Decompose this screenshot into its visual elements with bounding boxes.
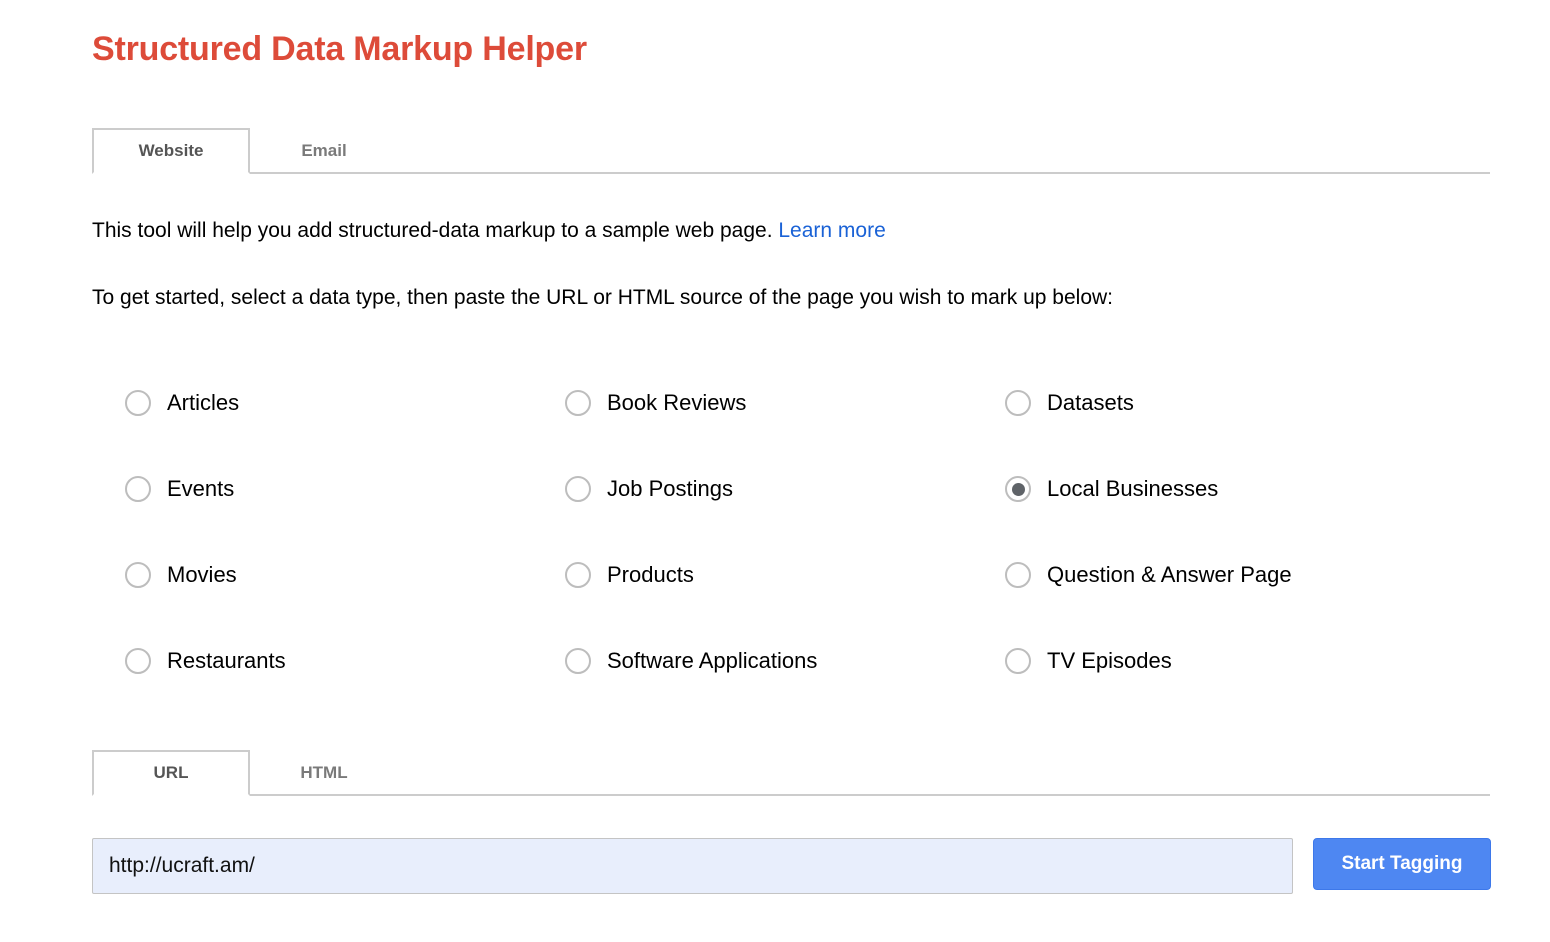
instruction-paragraph: To get started, select a data type, then… [92,286,1113,309]
page-root: Structured Data Markup Helper Website Em… [0,0,1550,942]
radio-label: Job Postings [607,476,733,501]
radio-circle-icon [565,476,591,502]
radio-column-2: Book Reviews Job Postings Products Softw… [565,360,995,704]
radio-label: Restaurants [167,648,286,673]
radio-option-job-postings[interactable]: Job Postings [565,446,995,532]
url-input-row: Start Tagging [92,838,1492,894]
radio-circle-icon [125,648,151,674]
radio-option-software-applications[interactable]: Software Applications [565,618,995,704]
radio-circle-icon [565,648,591,674]
radio-circle-selected-icon [1005,476,1031,502]
radio-column-3: Datasets Local Businesses Question & Ans… [1005,360,1485,704]
radio-circle-icon [565,390,591,416]
radio-option-movies[interactable]: Movies [125,532,555,618]
radio-label: Local Businesses [1047,476,1219,501]
radio-label: Software Applications [607,648,818,673]
intro-paragraph: This tool will help you add structured-d… [92,217,886,245]
tab-url-label: URL [153,763,189,782]
radio-option-articles[interactable]: Articles [125,360,555,446]
radio-circle-icon [125,562,151,588]
tab-html[interactable]: HTML [250,750,398,796]
page-title: Structured Data Markup Helper [92,30,587,68]
radio-option-question-answer-page[interactable]: Question & Answer Page [1005,532,1485,618]
radio-option-restaurants[interactable]: Restaurants [125,618,555,704]
radio-circle-icon [1005,390,1031,416]
radio-label: Movies [167,562,237,587]
radio-option-datasets[interactable]: Datasets [1005,360,1485,446]
radio-label: Products [607,562,694,587]
radio-label: Datasets [1047,390,1134,415]
source-tabs: URL HTML [92,750,1490,796]
intro-text: This tool will help you add structured-d… [92,219,773,242]
radio-circle-icon [125,390,151,416]
learn-more-link[interactable]: Learn more [778,219,885,242]
url-input[interactable] [92,838,1293,894]
tab-email[interactable]: Email [250,128,398,174]
radio-option-products[interactable]: Products [565,532,995,618]
tab-html-label: HTML [300,763,348,782]
radio-label: Articles [167,390,240,415]
radio-circle-icon [565,562,591,588]
radio-label: Book Reviews [607,390,747,415]
radio-label: TV Episodes [1047,648,1172,673]
tab-email-label: Email [301,141,347,160]
radio-label: Question & Answer Page [1047,562,1292,587]
radio-circle-icon [1005,648,1031,674]
radio-column-1: Articles Events Movies Restaurants [125,360,555,704]
radio-circle-icon [125,476,151,502]
tab-website[interactable]: Website [92,128,250,174]
radio-circle-icon [1005,562,1031,588]
radio-option-tv-episodes[interactable]: TV Episodes [1005,618,1485,704]
start-tagging-button[interactable]: Start Tagging [1313,838,1491,890]
tab-website-label: Website [138,141,204,160]
tab-url[interactable]: URL [92,750,250,796]
radio-label: Events [167,476,235,501]
radio-option-local-businesses[interactable]: Local Businesses [1005,446,1485,532]
radio-option-book-reviews[interactable]: Book Reviews [565,360,995,446]
main-tabs: Website Email [92,128,1490,174]
radio-option-events[interactable]: Events [125,446,555,532]
